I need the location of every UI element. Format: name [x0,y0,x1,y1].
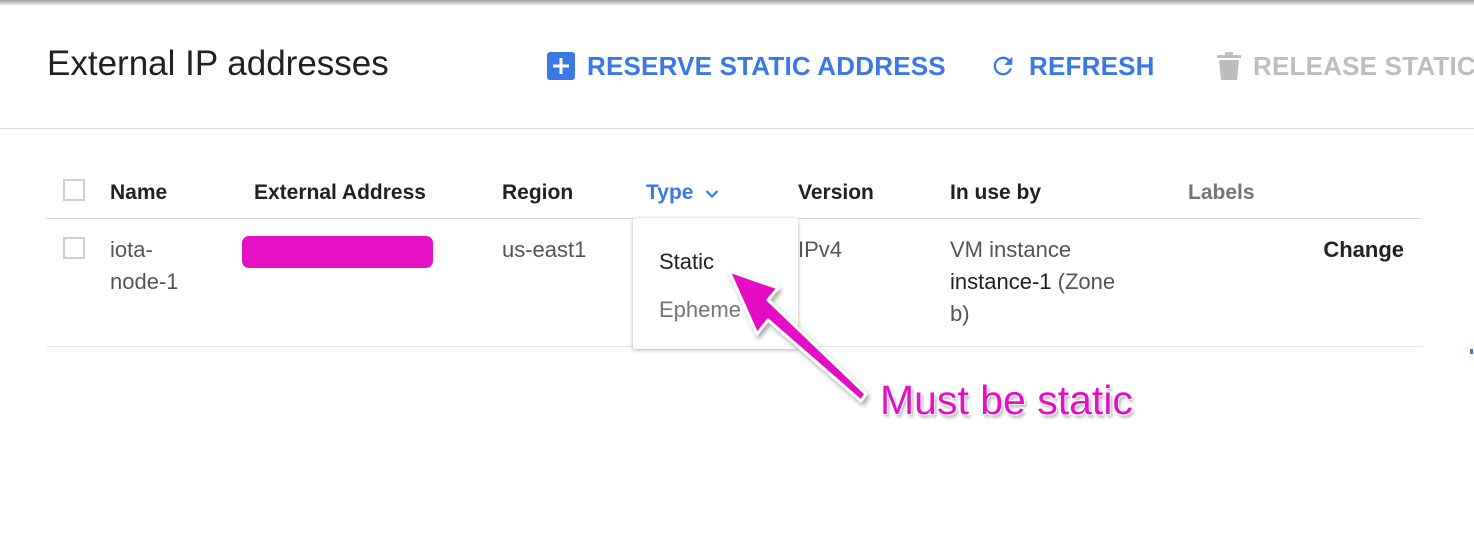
refresh-button[interactable]: REFRESH [989,50,1155,82]
chevron-down-icon [705,181,719,205]
trash-icon [1217,52,1241,80]
type-dropdown-menu: Static Epheme [633,218,798,349]
row-name-line1: iota- [110,237,153,262]
add-box-icon [547,52,575,80]
dropdown-option-ephemeral[interactable]: Epheme [659,297,741,323]
row-in-use-by: VM instance instance-1 (Zone b) [950,234,1150,330]
redacted-external-address [242,236,433,268]
in-use-by-instance-link[interactable]: instance-1 [950,269,1052,294]
change-button[interactable]: Change [1323,234,1404,266]
reserve-static-address-label: RESERVE STATIC ADDRESS [587,50,946,81]
row-name-line2: node-1 [110,269,179,294]
column-header-type-label: Type [646,181,694,204]
in-use-by-type: VM instance [950,237,1072,262]
release-static-address-label: RELEASE STATIC A [1253,50,1474,81]
column-header-version[interactable]: Version [798,181,874,205]
release-static-address-button[interactable]: RELEASE STATIC A [1217,50,1474,82]
column-header-in-use-by[interactable]: In use by [950,181,1041,205]
page-title: External IP addresses [47,44,389,83]
column-header-name[interactable]: Name [110,181,167,205]
refresh-label: REFRESH [1029,50,1155,81]
table-header: Name External Address Region Type Versio… [46,160,1422,219]
annotation-text: Must be static [880,377,1133,423]
in-use-by-zone: (Zone [1051,269,1116,294]
select-all-checkbox[interactable] [63,179,85,201]
dropdown-option-static[interactable]: Static [659,249,714,275]
scrollbar-edge [1470,349,1473,354]
refresh-icon [989,52,1017,80]
reserve-static-address-button[interactable]: RESERVE STATIC ADDRESS [547,50,946,82]
column-header-region[interactable]: Region [502,181,573,205]
page-header: External IP addresses RESERVE STATIC ADD… [0,6,1474,129]
row-name[interactable]: iota- node-1 [110,234,179,298]
in-use-by-zone-cont: b) [950,301,970,326]
column-header-type[interactable]: Type [646,181,719,205]
column-header-labels: Labels [1188,181,1255,204]
row-region: us-east1 [502,237,587,262]
row-checkbox[interactable] [63,237,85,259]
column-header-external-address[interactable]: External Address [254,181,426,205]
row-version: IPv4 [798,237,843,262]
